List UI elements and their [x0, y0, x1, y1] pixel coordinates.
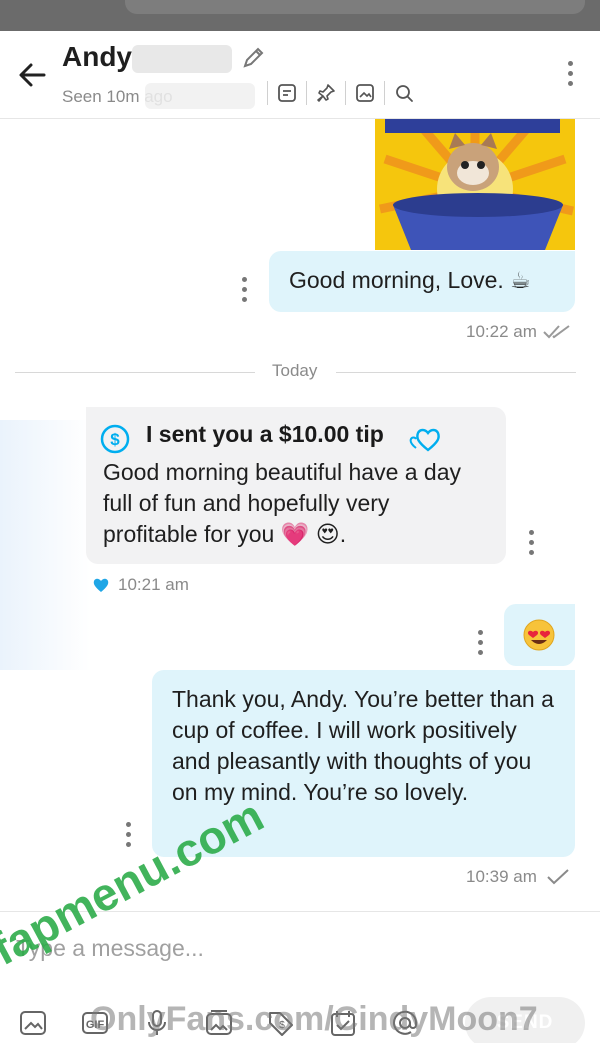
hearts-icon [409, 428, 440, 452]
double-check-icon [543, 325, 570, 339]
blue-heart-icon [93, 578, 109, 592]
heart-eyes-emoji-icon [523, 619, 555, 651]
separator [267, 81, 268, 105]
redaction-blur [0, 420, 90, 670]
message-options-icon[interactable] [528, 530, 534, 560]
pencil-icon[interactable] [240, 45, 266, 71]
message-input[interactable] [16, 928, 576, 968]
outgoing-message[interactable]: Good morning, Love. ☕ [269, 251, 575, 312]
dollar-coin-icon: $ [100, 424, 130, 454]
date-divider-line [336, 372, 576, 373]
message-timestamp: 10:21 am [92, 575, 189, 595]
status-pill [125, 0, 585, 14]
message-timestamp: 10:39 am [466, 867, 571, 887]
tip-message[interactable]: $ I sent you a $10.00 tip Good morning b… [86, 407, 506, 564]
name-redaction [132, 45, 232, 73]
svg-text:$: $ [110, 430, 120, 449]
search-icon[interactable] [394, 83, 414, 103]
image-icon[interactable] [18, 1008, 48, 1038]
message-options-icon[interactable] [241, 277, 247, 307]
message-options-icon[interactable] [125, 822, 131, 852]
notes-icon[interactable] [277, 83, 297, 103]
date-divider-label: Today [272, 361, 318, 380]
chat-header: Andy Seen 10m ago [0, 31, 600, 119]
date-divider-line [15, 372, 255, 373]
tip-title: I sent you a $10.00 tip [146, 421, 384, 447]
message-timestamp: 10:22 am [466, 322, 572, 342]
media-gallery-icon[interactable] [355, 83, 375, 103]
kitten-picture [375, 119, 575, 250]
message-options-icon[interactable] [477, 630, 483, 660]
separator [345, 81, 346, 105]
status-bar [0, 0, 600, 31]
contact-name[interactable]: Andy [62, 41, 132, 73]
separator [306, 81, 307, 105]
more-options-icon[interactable] [566, 61, 574, 91]
seen-redaction [145, 83, 255, 109]
check-icon [547, 869, 569, 885]
tip-message-text: Good morning beautiful have a day full o… [103, 459, 462, 547]
header-actions [258, 81, 414, 105]
time-text: 10:39 am [466, 867, 537, 886]
time-text: 10:21 am [118, 575, 189, 594]
pin-icon[interactable] [316, 83, 336, 103]
time-text: 10:22 am [466, 322, 537, 341]
image-message[interactable] [375, 119, 575, 250]
outgoing-emoji-message[interactable] [504, 604, 575, 666]
separator [384, 81, 385, 105]
back-arrow-icon[interactable] [14, 57, 50, 93]
watermark-account: OnlyFans.com/CindyMoon7 [90, 1000, 538, 1038]
